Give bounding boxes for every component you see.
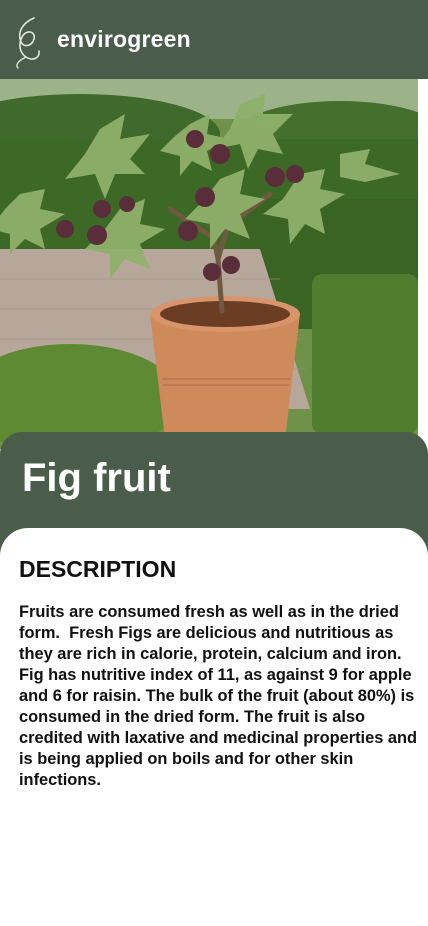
description-text: Fruits are consumed fresh as well as in … bbox=[19, 603, 418, 789]
brand-name: envirogreen bbox=[57, 26, 191, 52]
app-header: envirogreen bbox=[0, 0, 428, 79]
fig-tree-image bbox=[0, 79, 418, 449]
plant-title: Fig fruit bbox=[22, 456, 171, 500]
plant-photo bbox=[0, 79, 418, 449]
description-heading: DESCRIPTION bbox=[19, 556, 177, 582]
leaf-logo-icon bbox=[16, 17, 40, 69]
